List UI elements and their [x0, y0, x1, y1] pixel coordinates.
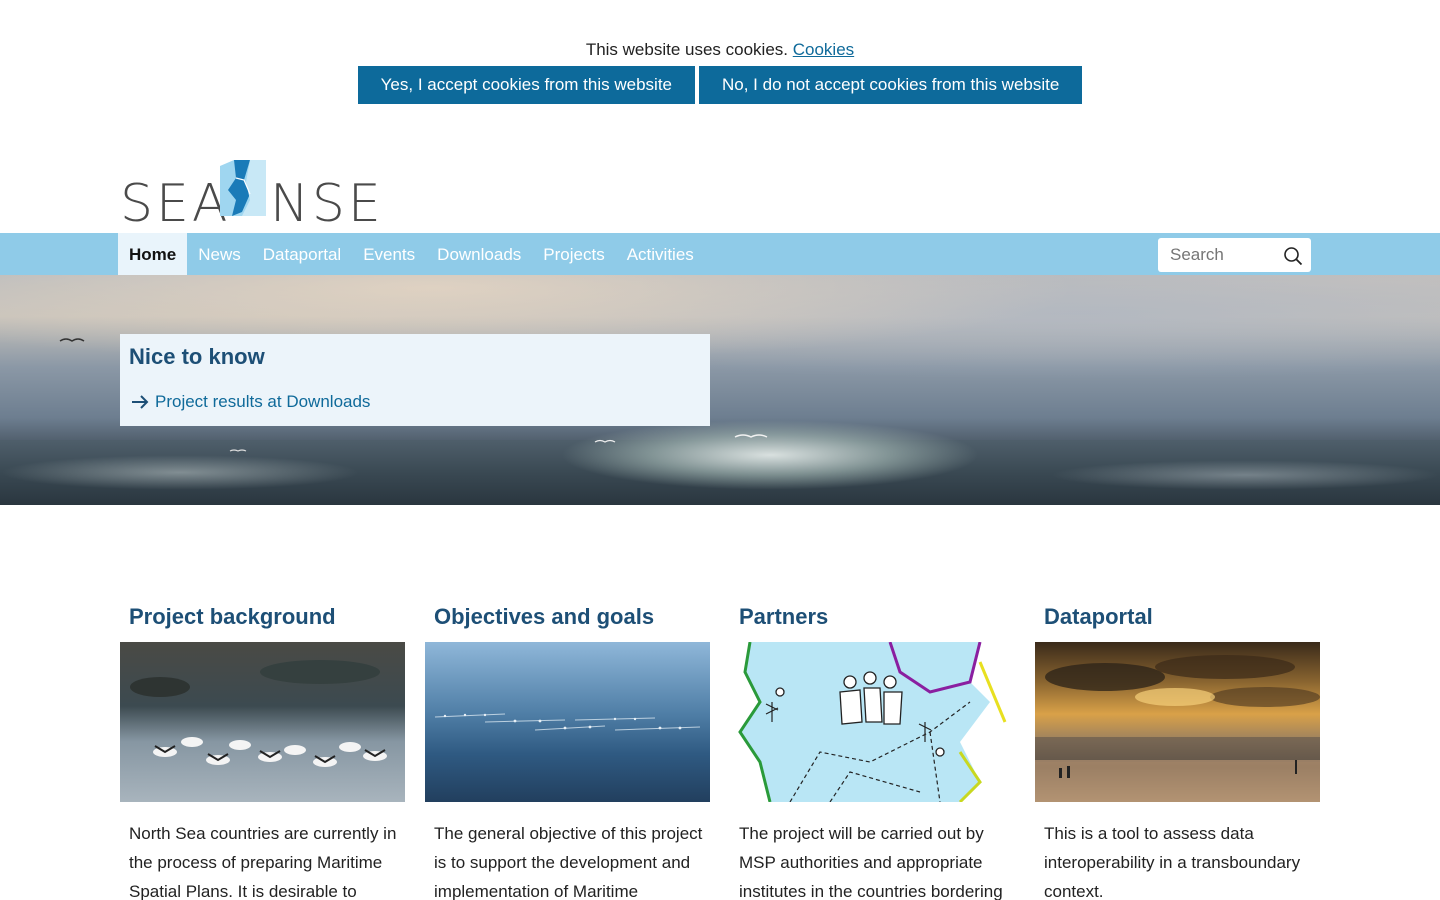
arrow-right-icon: [132, 395, 149, 409]
search-input[interactable]: [1158, 238, 1273, 272]
beach-sunset-image[interactable]: [1035, 642, 1320, 802]
card-title[interactable]: Project background: [120, 600, 405, 642]
wind-farm-image[interactable]: [425, 642, 710, 802]
logo-text-sea: SEA: [120, 174, 231, 234]
nav-item-news[interactable]: News: [187, 233, 252, 275]
project-results-link[interactable]: Project results at Downloads: [131, 392, 370, 412]
card-partners: Partners The project will be carried out…: [730, 600, 1015, 900]
beach-sunset-illustration: [1035, 655, 1320, 802]
logo-text-nse: NSE: [270, 174, 384, 234]
main-navigation: Home News Dataportal Events Downloads Pr…: [0, 233, 1440, 275]
nav-item-dataportal[interactable]: Dataportal: [252, 233, 352, 275]
project-results-link-label: Project results at Downloads: [155, 392, 371, 411]
birds-illustration: [130, 660, 387, 767]
birds-image[interactable]: [120, 642, 405, 802]
cookie-banner: This website uses cookies. Cookies Yes, …: [0, 0, 1440, 130]
accept-cookies-button[interactable]: Yes, I accept cookies from this website: [357, 66, 695, 104]
nav-item-events[interactable]: Events: [352, 233, 426, 275]
nice-to-know-title: Nice to know: [129, 344, 265, 369]
search-box: [1158, 238, 1311, 272]
decline-cookies-button[interactable]: No, I do not accept cookies from this we…: [699, 66, 1083, 104]
card-project-background: Project background North Sea countries a…: [120, 600, 405, 900]
nav-item-activities[interactable]: Activities: [616, 233, 705, 275]
card-text: The general objective of this project is…: [434, 824, 703, 900]
partners-map-illustration: [730, 642, 1015, 802]
nice-to-know-box: Nice to know Project results at Download…: [120, 334, 710, 426]
card-text: This is a tool to assess data interopera…: [1044, 824, 1301, 900]
card-title[interactable]: Dataportal: [1035, 600, 1320, 642]
cookie-message-line: This website uses cookies. Cookies: [0, 40, 1440, 60]
card-dataportal: Dataportal This is a tool to assess data…: [1035, 600, 1320, 900]
cookie-buttons: Yes, I accept cookies from this website …: [0, 66, 1440, 104]
search-icon[interactable]: [1283, 246, 1303, 266]
cookie-message: This website uses cookies.: [585, 40, 789, 59]
card-title[interactable]: Objectives and goals: [425, 600, 710, 642]
nav-item-projects[interactable]: Projects: [532, 233, 615, 275]
partners-map-image[interactable]: [730, 642, 1015, 802]
logo-map-icon: [220, 160, 266, 216]
wind-farm-illustration: [434, 713, 701, 731]
card-text: North Sea countries are currently in the…: [129, 824, 397, 900]
cookies-link[interactable]: Cookies: [793, 40, 854, 59]
nav-item-downloads[interactable]: Downloads: [426, 233, 532, 275]
site-logo[interactable]: SEA NSE: [120, 160, 381, 234]
nav-menu: Home News Dataportal Events Downloads Pr…: [118, 233, 705, 275]
card-objectives-goals: Objectives and goals The general objecti…: [425, 600, 710, 900]
nav-item-home[interactable]: Home: [118, 233, 188, 275]
card-text: The project will be carried out by MSP a…: [739, 824, 1003, 900]
card-title[interactable]: Partners: [730, 600, 1015, 642]
